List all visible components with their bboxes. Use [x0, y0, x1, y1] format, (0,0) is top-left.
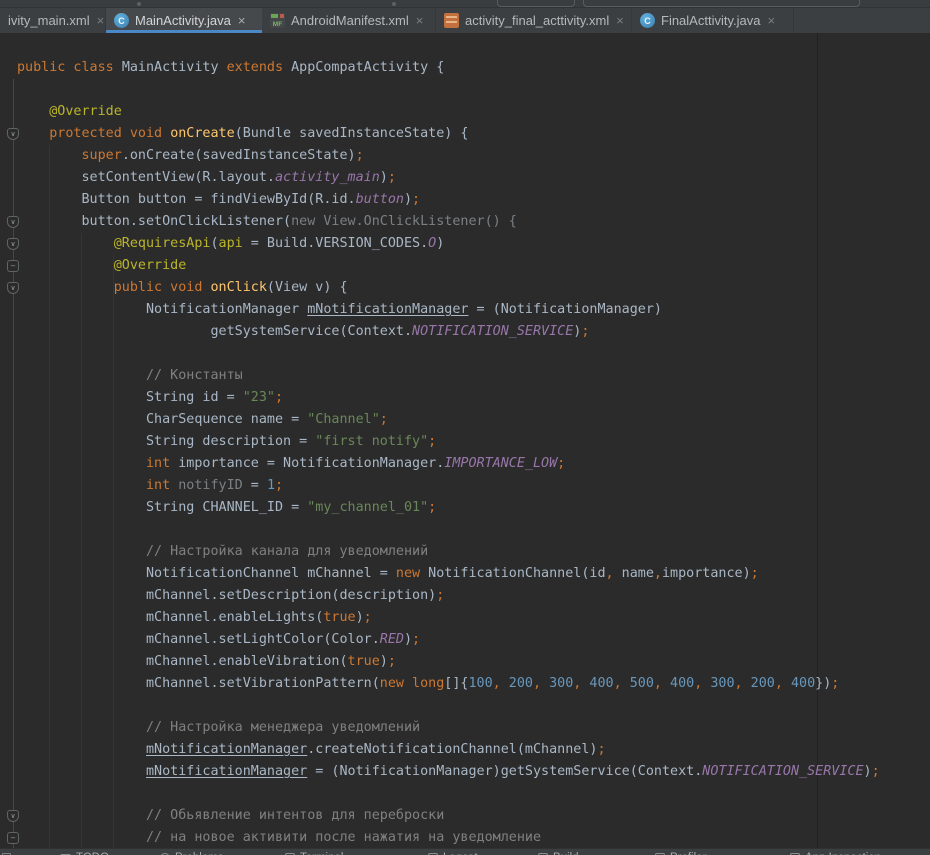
close-icon[interactable]: × — [416, 14, 424, 27]
tab-label: AndroidManifest.xml — [291, 13, 409, 28]
code-line[interactable]: String CHANNEL_ID = "my_channel_01"; — [17, 497, 930, 519]
tab-ivity-main-xml[interactable]: ivity_main.xml × — [0, 8, 106, 33]
tab-androidmanifest-xml[interactable]: MF AndroidManifest.xml × — [262, 8, 436, 33]
manifest-file-icon: MF — [270, 13, 285, 28]
code-line[interactable]: mChannel.enableLights(true); — [17, 607, 930, 629]
toolbar-dot-icon — [137, 2, 141, 6]
tab-activity-final-acttivity-xml[interactable]: activity_final_acttivity.xml × — [436, 8, 632, 33]
code-line[interactable]: mChannel.setLightColor(Color.RED); — [17, 629, 930, 651]
fold-expandable-icon[interactable]: ∨ — [7, 810, 19, 822]
toolbar-dot-icon — [392, 2, 396, 6]
device-widget[interactable] — [583, 0, 860, 7]
close-icon[interactable]: × — [238, 14, 246, 27]
main-toolbar — [0, 0, 930, 8]
code-line[interactable]: mChannel.setDescription(description); — [17, 585, 930, 607]
fold-expandable-icon[interactable]: ∨ — [7, 238, 19, 250]
tab-mainactivity-java[interactable]: C MainActivity.java × — [106, 8, 262, 33]
fold-expandable-icon[interactable]: ∨ — [7, 216, 19, 228]
code-editor[interactable]: public class MainActivity extends AppCom… — [0, 33, 930, 848]
tool-window-bar: TODOProblemsTerminalLogcatBuildProfilerA… — [0, 848, 930, 855]
code-line[interactable]: @Override — [17, 101, 930, 123]
java-class-icon: C — [114, 13, 129, 28]
code-line[interactable]: CharSequence name = "Channel"; — [17, 409, 930, 431]
fold-collapse-icon[interactable]: − — [7, 260, 19, 272]
code-line[interactable]: @RequiresApi(api = Build.VERSION_CODES.O… — [17, 233, 930, 255]
code-line[interactable]: public class MainActivity extends AppCom… — [17, 57, 930, 79]
code-line[interactable]: mChannel.enableVibration(true); — [17, 651, 930, 673]
code-line[interactable]: setContentView(R.layout.activity_main); — [17, 167, 930, 189]
tab-label: activity_final_acttivity.xml — [465, 13, 609, 28]
code-line[interactable]: // Обьявление интентов для переброски — [17, 805, 930, 827]
code-line[interactable]: @Override — [17, 255, 930, 277]
code-line[interactable]: button.setOnClickListener(new View.OnCli… — [17, 211, 930, 233]
code-line[interactable]: getSystemService(Context.NOTIFICATION_SE… — [17, 321, 930, 343]
code-line[interactable] — [17, 343, 930, 365]
code-line[interactable]: int notifyID = 1; — [17, 475, 930, 497]
code-line[interactable] — [17, 695, 930, 717]
close-icon[interactable]: × — [97, 14, 105, 27]
tab-finalacttivity-java[interactable]: C FinalActtivity.java × — [632, 8, 794, 33]
code-line[interactable]: Button button = findViewById(R.id.button… — [17, 189, 930, 211]
java-class-icon: C — [640, 13, 655, 28]
code-line[interactable]: String id = "23"; — [17, 387, 930, 409]
code-line[interactable]: mNotificationManager.createNotificationC… — [17, 739, 930, 761]
code-line[interactable]: int importance = NotificationManager.IMP… — [17, 453, 930, 475]
code-line[interactable]: // Настройка менеджера уведомлений — [17, 717, 930, 739]
code-line[interactable]: mChannel.setVibrationPattern(new long[]{… — [17, 673, 930, 695]
code-line[interactable]: // Настройка канала для уведомлений — [17, 541, 930, 563]
code-line[interactable] — [17, 519, 930, 541]
code-line[interactable]: // Константы — [17, 365, 930, 387]
code-line[interactable]: mNotificationManager = (NotificationMana… — [17, 761, 930, 783]
code-line[interactable]: NotificationManager mNotificationManager… — [17, 299, 930, 321]
editor-tab-bar: ivity_main.xml × C MainActivity.java × MF Andr… — [0, 8, 930, 33]
layout-xml-icon — [444, 13, 459, 28]
fold-expandable-icon[interactable]: ∨ — [7, 282, 19, 294]
code-line[interactable]: NotificationChannel mChannel = new Notif… — [17, 563, 930, 585]
close-icon[interactable]: × — [616, 14, 624, 27]
code-line[interactable]: String description = "first notify"; — [17, 431, 930, 453]
code-area[interactable]: public class MainActivity extends AppCom… — [17, 57, 930, 848]
code-line[interactable] — [17, 783, 930, 805]
gutter-fold-line — [13, 79, 14, 848]
fold-expandable-icon[interactable]: ∨ — [7, 128, 19, 140]
fold-collapse-icon[interactable]: − — [7, 832, 19, 844]
ide-window: ivity_main.xml × C MainActivity.java × MF Andr… — [0, 0, 930, 855]
close-icon[interactable]: × — [767, 14, 775, 27]
tab-label: MainActivity.java — [135, 13, 231, 28]
tab-label: FinalActtivity.java — [661, 13, 760, 28]
code-line[interactable] — [17, 79, 930, 101]
tab-label: ivity_main.xml — [8, 13, 90, 28]
code-line[interactable]: public void onClick(View v) { — [17, 277, 930, 299]
code-line[interactable]: protected void onCreate(Bundle savedInst… — [17, 123, 930, 145]
run-widget[interactable] — [497, 0, 575, 7]
code-line[interactable]: // на новое активити после нажатия на ув… — [17, 827, 930, 848]
code-line[interactable]: super.onCreate(savedInstanceState); — [17, 145, 930, 167]
